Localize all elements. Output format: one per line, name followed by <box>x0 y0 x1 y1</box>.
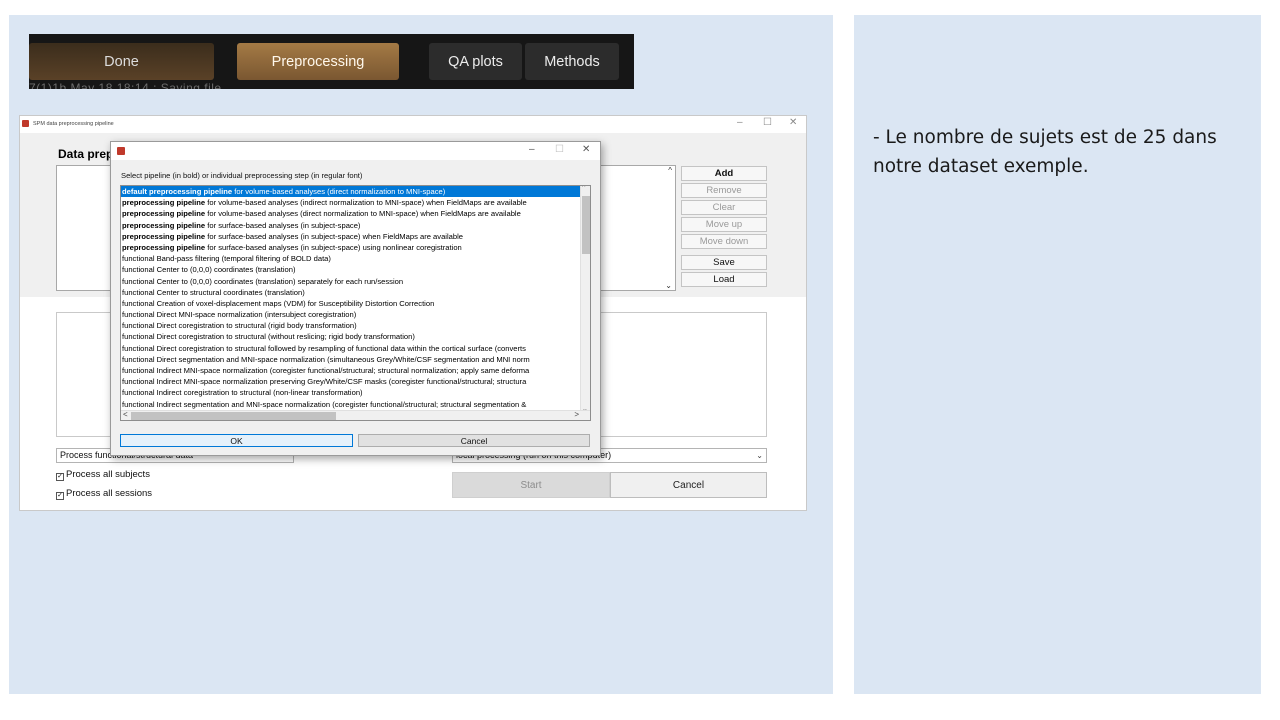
pipeline-item-name: preprocessing pipeline <box>122 209 206 219</box>
checkbox-label: Process all sessions <box>66 488 153 499</box>
scroll-down-icon[interactable]: ⌄ <box>665 281 672 290</box>
horizontal-scrollbar[interactable]: < > <box>121 410 590 420</box>
maximize-icon[interactable]: ☐ <box>555 144 564 155</box>
move-up-button[interactable]: Move up <box>681 217 767 232</box>
matlab-app-icon <box>117 147 125 155</box>
pipeline-item-name: preprocessing pipeline <box>122 220 206 230</box>
scroll-thumb[interactable] <box>582 196 590 254</box>
pipeline-list-item[interactable]: functional Indirect segmentation and MNI… <box>121 399 581 410</box>
pipeline-list-item[interactable]: functional Indirect MNI-space normalizat… <box>121 376 581 387</box>
tab-preprocessing[interactable]: Preprocessing <box>237 43 399 80</box>
section-heading: Data prep <box>58 147 114 161</box>
scroll-up-icon[interactable]: ^ <box>582 186 585 191</box>
pipeline-list-item[interactable]: preprocessing pipeline for volume-based … <box>121 197 581 208</box>
pipeline-item-description: functional Direct MNI-space normalizatio… <box>122 310 357 320</box>
pipeline-item-description: functional Center to (0,0,0) coordinates… <box>122 265 296 275</box>
vertical-scrollbar[interactable]: ^ ⌄ <box>580 186 590 413</box>
tab-methods[interactable]: Methods <box>525 43 619 80</box>
pipeline-item-description: functional Indirect coregistration to st… <box>122 388 363 398</box>
process-all-subjects-checkbox[interactable]: ✓ Process all subjects <box>56 469 150 481</box>
pipeline-item-description: functional Indirect MNI-space normalizat… <box>122 366 530 375</box>
pipeline-list-item[interactable]: functional Direct coregistration to stru… <box>121 331 581 342</box>
dialog-prompt: Select pipeline (in bold) or individual … <box>121 171 363 180</box>
pipeline-item-description: for volume-based analyses (indirect norm… <box>205 198 527 208</box>
pipeline-item-name: default preprocessing pipeline <box>122 187 233 196</box>
scroll-left-icon[interactable]: < <box>123 410 128 419</box>
scroll-right-icon[interactable]: > <box>574 410 579 419</box>
scroll-thumb[interactable] <box>131 412 336 420</box>
slide-note-text: - Le nombre de sujets est de 25 dans not… <box>873 127 1217 177</box>
dialog-cancel-button[interactable]: Cancel <box>358 434 590 447</box>
pipeline-list-item[interactable]: functional Direct coregistration to stru… <box>121 343 581 354</box>
close-icon[interactable]: ✕ <box>789 117 797 128</box>
pipeline-list-item[interactable]: functional Indirect coregistration to st… <box>121 387 581 398</box>
window-titlebar: SPM data preprocessing pipeline – ☐ ✕ <box>20 116 806 133</box>
matlab-app-icon <box>22 120 29 127</box>
save-button[interactable]: Save <box>681 255 767 270</box>
dialog-titlebar: – ☐ ✕ <box>111 142 600 160</box>
pipeline-list-item[interactable]: functional Center to (0,0,0) coordinates… <box>121 264 581 275</box>
close-icon[interactable]: ✕ <box>582 144 590 155</box>
conn-tab-bar: Done Preprocessing QA plots Methods 7(1)… <box>29 34 634 89</box>
chevron-down-icon: ⌄ <box>756 451 763 460</box>
slide-right-panel: - Le nombre de sujets est de 25 dans not… <box>854 15 1261 694</box>
checkbox-label: Process all subjects <box>66 469 150 480</box>
pipeline-list-item[interactable]: functional Band-pass filtering (temporal… <box>121 253 581 264</box>
status-log-text: 7(1)1b May 18 18:14 : Saving file <box>29 81 222 89</box>
clear-button[interactable]: Clear <box>681 200 767 215</box>
pipeline-item-description: functional Band-pass filtering (temporal… <box>122 254 331 264</box>
maximize-icon[interactable]: ☐ <box>763 117 772 128</box>
minimize-icon[interactable]: – <box>529 144 535 155</box>
pipeline-selection-dialog: – ☐ ✕ Select pipeline (in bold) or indiv… <box>110 141 601 456</box>
pipeline-list-item[interactable]: preprocessing pipeline for surface-based… <box>121 231 581 242</box>
pipeline-item-description: functional Direct segmentation and MNI-s… <box>122 354 530 364</box>
pipeline-list-item[interactable]: preprocessing pipeline for volume-based … <box>121 208 581 219</box>
pipeline-list-item[interactable]: default preprocessing pipeline for volum… <box>121 186 581 198</box>
pipeline-list-items: default preprocessing pipeline for volum… <box>121 186 581 410</box>
pipeline-list-item[interactable]: preprocessing pipeline for surface-based… <box>121 220 581 231</box>
minimize-icon[interactable]: – <box>737 117 743 128</box>
pipeline-item-description: for volume-based analyses (direct normal… <box>232 187 446 196</box>
ok-button[interactable]: OK <box>120 434 353 447</box>
process-all-sessions-checkbox[interactable]: ✓ Process all sessions <box>56 488 152 500</box>
pipeline-item-description: functional Direct coregistration to stru… <box>122 332 415 342</box>
pipeline-list-item[interactable]: functional Direct MNI-space normalizatio… <box>121 309 581 320</box>
pipeline-item-description: for volume-based analyses (direct normal… <box>205 209 521 219</box>
pipeline-list-item[interactable]: functional Indirect MNI-space normalizat… <box>121 365 581 376</box>
pipeline-list-item[interactable]: functional Creation of voxel-displacemen… <box>121 298 581 309</box>
pipeline-list-item[interactable]: preprocessing pipeline for surface-based… <box>121 242 581 253</box>
scroll-up-icon[interactable]: ^ <box>668 166 672 175</box>
checkbox-checked-icon: ✓ <box>56 473 64 481</box>
pipeline-item-description: functional Direct coregistration to stru… <box>122 343 526 353</box>
pipeline-item-name: preprocessing pipeline <box>122 198 206 208</box>
tab-done[interactable]: Done <box>29 43 214 80</box>
pipeline-item-description: functional Creation of voxel-displacemen… <box>122 298 435 308</box>
tab-qa-plots[interactable]: QA plots <box>429 43 522 80</box>
pipeline-item-description: for surface-based analyses (in subject-s… <box>205 220 361 230</box>
move-down-button[interactable]: Move down <box>681 234 767 249</box>
pipeline-item-description: functional Center to (0,0,0) coordinates… <box>122 276 404 286</box>
pipeline-list-item[interactable]: functional Center to structural coordina… <box>121 287 581 298</box>
pipeline-item-name: preprocessing pipeline <box>122 242 206 252</box>
pipeline-list-item[interactable]: functional Center to (0,0,0) coordinates… <box>121 276 581 287</box>
pipeline-item-name: preprocessing pipeline <box>122 231 206 241</box>
remove-button[interactable]: Remove <box>681 183 767 198</box>
pipeline-item-description: functional Indirect MNI-space normalizat… <box>122 377 527 387</box>
checkbox-checked-icon: ✓ <box>56 492 64 500</box>
pipeline-item-description: functional Direct coregistration to stru… <box>122 321 357 331</box>
start-button[interactable]: Start <box>452 472 610 498</box>
pipeline-item-description: functional Center to structural coordina… <box>122 287 305 297</box>
load-button[interactable]: Load <box>681 272 767 287</box>
pipeline-item-description: for surface-based analyses (in subject-s… <box>205 231 464 241</box>
pipeline-item-description: for surface-based analyses (in subject-s… <box>205 242 462 252</box>
pipeline-listbox[interactable]: default preprocessing pipeline for volum… <box>120 185 591 421</box>
cancel-button[interactable]: Cancel <box>610 472 767 498</box>
window-title: SPM data preprocessing pipeline <box>33 121 114 127</box>
pipeline-list-item[interactable]: functional Direct segmentation and MNI-s… <box>121 354 581 365</box>
pipeline-list-item[interactable]: functional Direct coregistration to stru… <box>121 320 581 331</box>
pipeline-item-description: functional Indirect segmentation and MNI… <box>122 399 527 409</box>
add-button[interactable]: Add <box>681 166 767 181</box>
